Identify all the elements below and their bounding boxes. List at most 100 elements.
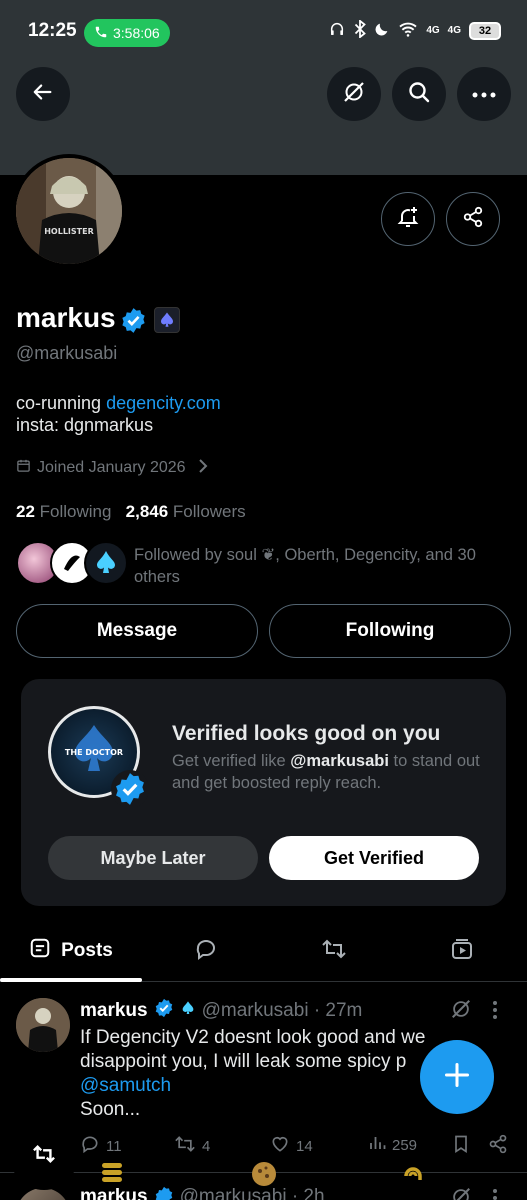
grok-button[interactable] [327, 67, 381, 121]
like-action[interactable]: 14 [270, 1134, 313, 1158]
verified-badge-icon [154, 1186, 174, 1200]
tweet-mention-link[interactable]: @samutch [80, 1075, 171, 1096]
svg-text:HOLLISTER: HOLLISTER [44, 227, 94, 236]
nav-link-icon[interactable] [400, 1160, 426, 1191]
plus-icon [443, 1061, 471, 1094]
maybe-later-button[interactable]: Maybe Later [48, 836, 258, 880]
message-button[interactable]: Message [16, 604, 258, 658]
profile-avatar[interactable]: HOLLISTER [12, 154, 126, 268]
bio-text: co-running [16, 393, 107, 413]
battery-icon: 32 [469, 21, 501, 40]
repost-icon [321, 937, 347, 966]
repost-icon [174, 1134, 196, 1158]
repost-count: 4 [202, 1137, 211, 1155]
calendar-icon [16, 458, 31, 478]
tweet-actions: 11 4 14 259 [80, 1134, 510, 1158]
followers-stat[interactable]: 2,846 Followers [126, 502, 246, 521]
reply-icon [194, 937, 218, 966]
views-action[interactable]: 259 [368, 1134, 417, 1156]
back-button[interactable] [16, 67, 70, 121]
tweet-body-end: Soon... [80, 1099, 141, 1120]
promo-desc-prefix: Get verified like [172, 752, 291, 770]
follow-stats: 22 Following 2,846 Followers [16, 502, 246, 522]
more-options-button[interactable] [457, 67, 511, 121]
share-icon [488, 1134, 508, 1158]
tab-posts-label: Posts [61, 940, 113, 961]
follower-avatar [84, 541, 128, 585]
call-indicator[interactable]: 3:58:06 [84, 19, 170, 47]
tab-media[interactable] [426, 920, 498, 982]
active-tab-indicator [0, 978, 142, 982]
tweet-avatar[interactable] [16, 998, 70, 1052]
views-icon [368, 1134, 386, 1156]
tweet-body: If Degencity V2 doesnt look good and we … [80, 1027, 426, 1072]
affiliate-badge-icon[interactable] [154, 307, 180, 333]
grok-icon[interactable] [450, 1186, 472, 1200]
tweet-author-name[interactable]: markus [80, 1000, 148, 1022]
followers-you-know-avatars[interactable] [16, 541, 128, 585]
bookmark-icon [452, 1134, 470, 1158]
tab-replies[interactable] [170, 920, 242, 982]
status-time: 12:25 [28, 20, 77, 41]
moon-icon [374, 21, 390, 40]
affiliate-badge-icon [180, 999, 196, 1023]
followers-count: 2,846 [125, 502, 169, 521]
verified-check-icon [111, 770, 149, 813]
more-vertical-icon[interactable] [492, 1186, 498, 1200]
share-button[interactable] [446, 192, 500, 246]
joined-text: Joined January 2026 [37, 459, 186, 476]
search-button[interactable] [392, 67, 446, 121]
bluetooth-icon [354, 19, 367, 41]
posts-icon [29, 937, 51, 965]
bookmark-action[interactable] [452, 1134, 470, 1158]
chevron-right-icon [198, 458, 208, 478]
tweet-header: markus @markusabi · 27m [80, 998, 362, 1024]
following-button[interactable]: Following [269, 604, 511, 658]
verified-badge-icon[interactable] [120, 307, 147, 339]
following-label: Following [39, 502, 112, 521]
signal-2: 4G [447, 25, 461, 36]
nav-cookie-icon[interactable] [250, 1160, 278, 1193]
notifications-button[interactable] [381, 192, 435, 246]
search-icon [407, 80, 431, 109]
headphones-icon [328, 21, 346, 40]
share-action[interactable] [488, 1134, 508, 1158]
bio-link[interactable]: degencity.com [106, 393, 221, 413]
reply-count: 11 [106, 1137, 122, 1155]
floating-repost-button[interactable] [10, 1122, 78, 1190]
tweet-text: If Degencity V2 doesnt look good and we … [80, 1026, 460, 1122]
promo-logo-text: THE DOCTOR [65, 748, 123, 757]
nav-home-icon[interactable] [100, 1160, 124, 1189]
display-name: markus [16, 302, 116, 333]
verified-badge-icon [154, 998, 174, 1024]
user-handle: @markusabi [16, 343, 118, 363]
joined-date[interactable]: Joined January 2026 [16, 458, 208, 478]
avatar: HOLLISTER [16, 158, 122, 264]
tab-posts[interactable]: Posts [0, 920, 142, 982]
bio-line-2: insta: dgnmarkus [16, 415, 154, 435]
like-count: 14 [296, 1137, 313, 1155]
tab-reposts[interactable] [298, 920, 370, 982]
grok-icon[interactable] [450, 998, 472, 1025]
get-verified-button[interactable]: Get Verified [269, 836, 479, 880]
more-horizontal-icon [472, 85, 496, 103]
more-vertical-icon[interactable] [492, 1000, 498, 1025]
promo-description: Get verified like @markusabi to stand ou… [172, 750, 492, 794]
signal-1: 4G [426, 25, 440, 36]
compose-post-button[interactable] [420, 1040, 494, 1114]
bio-line-1: co-running degencity.com [16, 393, 221, 414]
media-icon [450, 937, 474, 966]
promo-desc-handle: @markusabi [290, 752, 389, 770]
share-icon [462, 206, 484, 233]
followed-by-text[interactable]: Followed by soul ❦, Oberth, Degencity, a… [134, 544, 504, 588]
reply-action[interactable]: 11 [80, 1134, 122, 1158]
reply-icon [80, 1134, 100, 1158]
promo-title: Verified looks good on you [172, 722, 441, 745]
repost-action[interactable]: 4 [174, 1134, 210, 1158]
arrow-left-icon [32, 81, 54, 108]
view-count: 259 [392, 1136, 418, 1154]
following-stat[interactable]: 22 Following [16, 502, 111, 521]
followers-label: Followers [172, 502, 246, 521]
tweet-handle-time: @markusabi · 27m [201, 1000, 363, 1021]
grok-icon [342, 80, 366, 109]
